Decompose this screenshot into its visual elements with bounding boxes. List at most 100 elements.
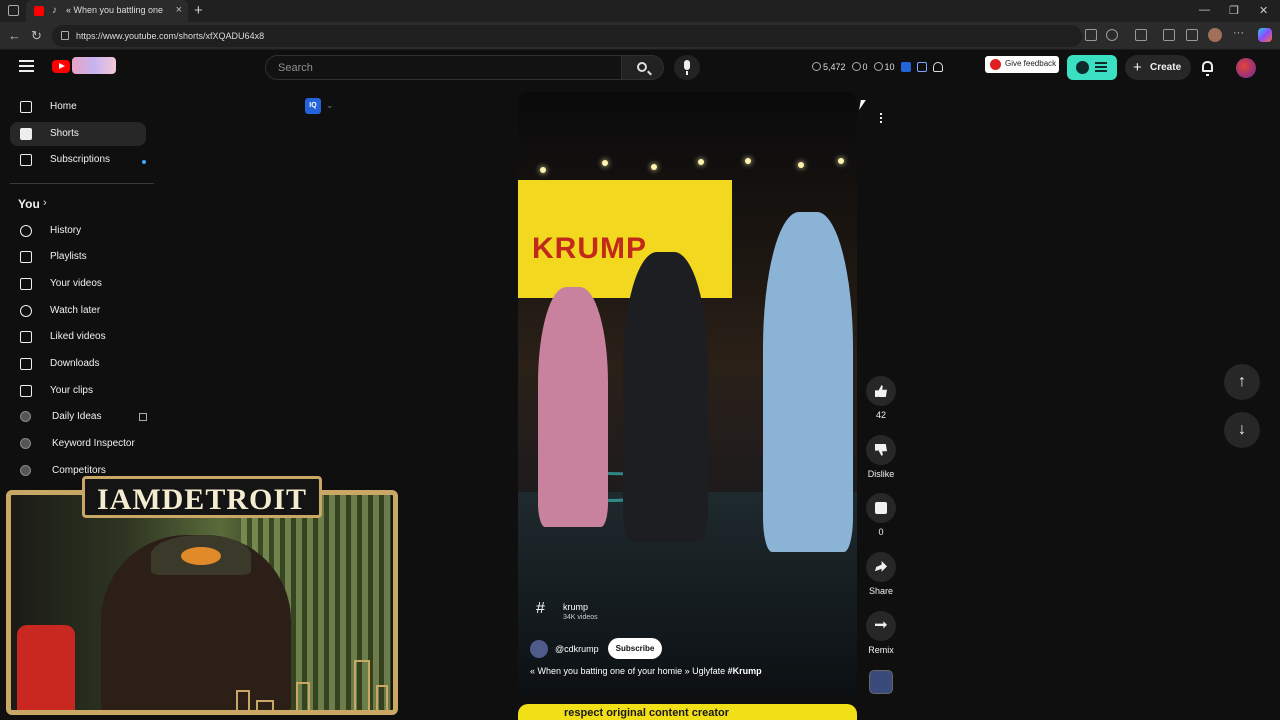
sound-thumbnail[interactable] <box>869 670 893 694</box>
feedback-icon <box>990 59 1001 70</box>
menu-lines-icon <box>1095 62 1107 72</box>
back-icon[interactable]: ← <box>8 28 21 43</box>
title-hashtag[interactable]: #Krump <box>728 666 762 676</box>
url-text: https://www.youtube.com/shorts/xfXQADU64… <box>76 31 265 41</box>
sidebar-item-your-clips[interactable]: Your clips <box>10 379 146 403</box>
copilot-icon[interactable] <box>1258 28 1272 42</box>
extensions-icon[interactable] <box>1135 29 1147 41</box>
arrow-up-icon: ↑ <box>1238 373 1246 390</box>
search-button[interactable] <box>622 55 664 80</box>
plus-icon: + <box>1133 59 1142 76</box>
tab-title: « When you battling one of <box>66 5 166 15</box>
mouse-cursor-icon <box>859 100 866 110</box>
count-stat: 10 <box>873 62 895 72</box>
new-tab-button[interactable]: + <box>194 2 203 19</box>
trophy-icon[interactable] <box>932 62 943 72</box>
sidebar-item-your-videos[interactable]: Your videos <box>10 272 146 296</box>
next-short-preview[interactable]: respect original content creator <box>518 704 857 720</box>
browser-sidebar-toggle-icon[interactable] <box>8 5 19 16</box>
dancer-left <box>538 287 608 527</box>
shorts-video-player[interactable]: KRUMP # krump 34K videos @cdkrump Subscr… <box>518 92 857 695</box>
subscribe-button[interactable]: Subscribe <box>608 638 662 659</box>
more-vert-icon <box>880 113 882 115</box>
menu-icon[interactable] <box>19 60 34 72</box>
like-count: 42 <box>875 410 886 420</box>
close-window-icon[interactable]: ✕ <box>1259 4 1268 17</box>
sidebar-item-subscriptions[interactable]: Subscriptions <box>10 148 146 172</box>
restore-window-icon[interactable]: ❐ <box>1229 4 1239 17</box>
stage-light <box>798 162 804 168</box>
notifications-bell-icon[interactable] <box>1202 61 1213 76</box>
user-avatar[interactable] <box>1236 58 1256 78</box>
search-box <box>265 55 622 80</box>
new-content-dot <box>142 160 146 164</box>
previous-short-button[interactable]: ↑ <box>1224 364 1260 400</box>
youtube-logo-icon[interactable] <box>52 60 70 73</box>
sidebar-item-liked-videos[interactable]: Liked videos <box>10 325 146 349</box>
like-button[interactable] <box>866 376 896 406</box>
share-button[interactable] <box>866 552 896 582</box>
channel-avatar[interactable] <box>530 640 548 658</box>
dancer-center <box>623 252 708 542</box>
raised-fist-icon <box>17 625 75 710</box>
city-skyline-graphic <box>226 645 393 710</box>
next-short-button[interactable]: ↓ <box>1224 412 1260 448</box>
audio-playing-icon[interactable]: ♪ <box>52 5 57 16</box>
chevron-right-icon[interactable]: › <box>43 197 47 209</box>
you-section-header[interactable]: You <box>18 197 40 211</box>
sidebar-item-home[interactable]: Home <box>10 95 146 119</box>
sidebar-item-shorts[interactable]: Shorts <box>10 122 146 146</box>
browser-essentials-icon[interactable] <box>1163 29 1175 41</box>
comments-stat: 0 <box>851 62 868 72</box>
browser-tab-active[interactable]: ♪ « When you battling one of × <box>26 0 188 22</box>
tag-list-icon[interactable] <box>916 62 927 72</box>
reload-icon[interactable]: ↻ <box>31 28 42 44</box>
app-available-icon[interactable] <box>1085 29 1097 41</box>
remix-label: Remix <box>868 645 894 655</box>
external-link-icon <box>139 413 147 421</box>
playlists-icon <box>20 251 32 263</box>
url-field[interactable]: https://www.youtube.com/shorts/xfXQADU64… <box>52 25 1082 47</box>
share-icon <box>875 561 887 572</box>
voice-search-button[interactable] <box>674 55 700 80</box>
cap-logo <box>181 547 221 565</box>
skyline-building <box>354 660 370 710</box>
sidebar-item-daily-ideas[interactable]: Daily Ideas <box>10 405 147 429</box>
video-title[interactable]: « When you batting one of your homie » U… <box>530 666 762 676</box>
vidiq-extension-icon[interactable] <box>900 62 911 72</box>
more-options-icon[interactable]: ··· <box>1233 27 1245 39</box>
browser-profile-avatar[interactable] <box>1208 28 1222 42</box>
watch-later-icon <box>20 305 32 317</box>
vidiq-badge[interactable]: IQ <box>305 98 321 114</box>
browser-tab-bar: ♪ « When you battling one of × + — ❐ ✕ <box>0 0 1280 22</box>
sidebar-item-playlists[interactable]: Playlists <box>10 245 146 269</box>
give-feedback-button[interactable]: Give feedback <box>985 56 1059 73</box>
dislike-button[interactable] <box>866 435 896 465</box>
create-button[interactable]: + Create <box>1125 55 1191 80</box>
close-tab-icon[interactable]: × <box>176 4 182 16</box>
webcam-overlay <box>6 490 398 715</box>
channel-handle[interactable]: @cdkrump <box>555 644 599 654</box>
downloads-icon <box>20 358 32 370</box>
chevron-down-icon[interactable]: ⌄ <box>326 100 334 111</box>
lock-icon <box>61 31 69 40</box>
more-options-button[interactable] <box>868 106 894 132</box>
sidebar-item-watch-later[interactable]: Watch later <box>10 299 146 323</box>
skyline-building <box>236 690 250 710</box>
sidebar-item-downloads[interactable]: Downloads <box>10 352 146 376</box>
vidiq-menu-button[interactable] <box>1067 55 1117 80</box>
comment-icon <box>875 502 887 514</box>
skyline-building <box>376 685 388 710</box>
sidebar-item-keyword-inspector[interactable]: Keyword Inspector <box>10 432 146 456</box>
sidebar-item-history[interactable]: History <box>10 219 146 243</box>
comments-button[interactable] <box>866 493 896 523</box>
favorite-star-icon[interactable] <box>1106 29 1118 41</box>
remix-button[interactable] <box>866 611 896 641</box>
minimize-window-icon[interactable]: — <box>1199 4 1210 16</box>
search-input[interactable] <box>266 56 621 79</box>
clips-icon <box>20 385 32 397</box>
shorts-icon <box>20 128 32 140</box>
youtube-doodle-logo[interactable] <box>72 57 116 74</box>
home-icon <box>20 101 32 113</box>
favorites-icon[interactable] <box>1186 29 1198 41</box>
